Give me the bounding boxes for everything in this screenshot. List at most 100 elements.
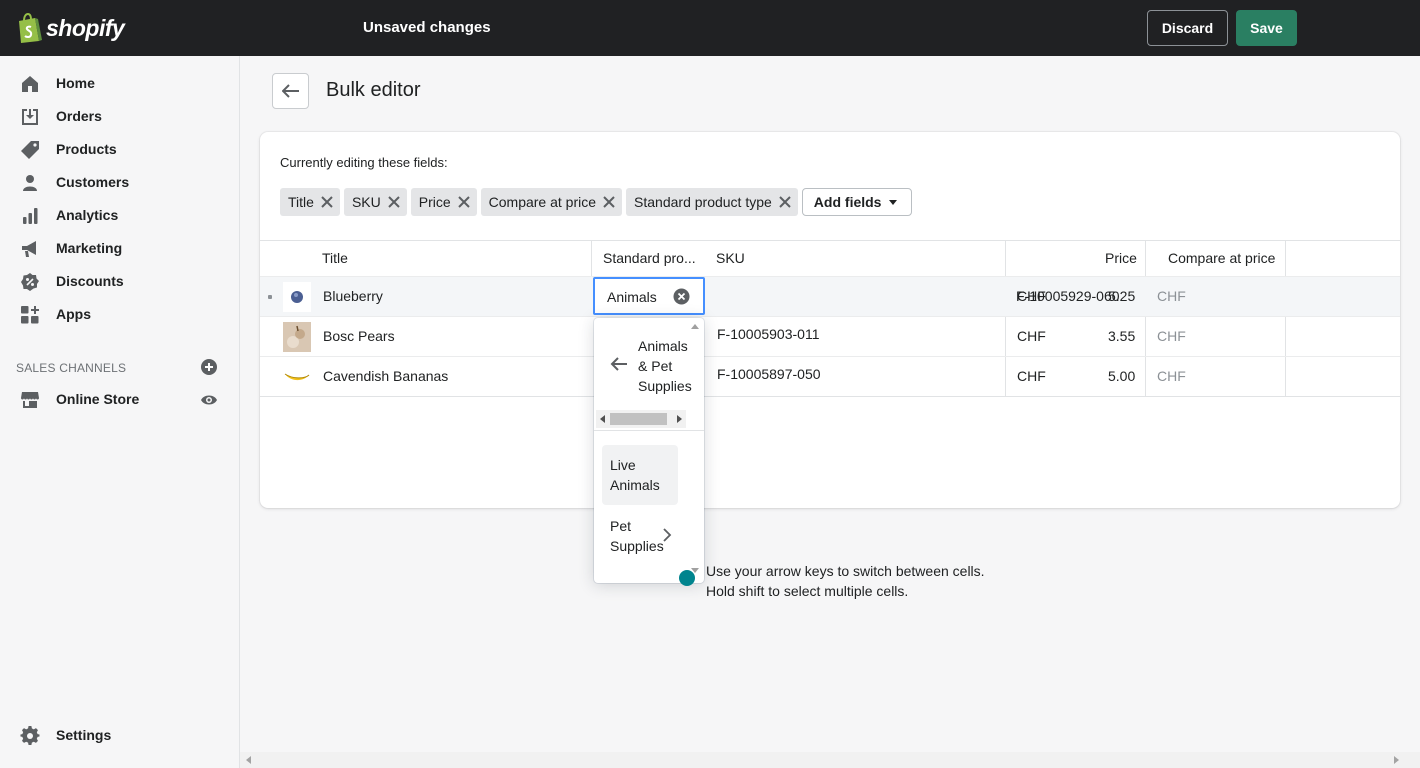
sidebar-item-label: Settings xyxy=(56,727,112,743)
hint-line: Hold shift to select multiple cells. xyxy=(706,583,909,599)
option-line: Live xyxy=(610,457,636,473)
orders-icon xyxy=(22,109,38,125)
cell-price[interactable]: 3.55 xyxy=(1108,317,1135,357)
field-tag-label: Title xyxy=(288,194,314,210)
option-label: Live Animals xyxy=(610,455,660,495)
sidebar-item-label: Analytics xyxy=(56,207,119,223)
remove-tag-icon[interactable] xyxy=(596,188,622,216)
field-tag-price: Price xyxy=(410,188,477,216)
sales-channels-heading: SALES CHANNELS xyxy=(16,361,127,375)
field-tag-label: SKU xyxy=(351,194,381,210)
cell-price[interactable]: 5.00 xyxy=(1108,357,1135,397)
page-horizontal-scrollbar[interactable] xyxy=(240,752,1420,768)
tag-icon xyxy=(21,141,39,159)
field-tag-label: Compare at price xyxy=(488,194,597,210)
field-tag-label: Standard product type xyxy=(634,194,772,210)
sidebar-item-products[interactable]: Products xyxy=(0,133,239,166)
column-header-compare-at-price[interactable]: Compare at price xyxy=(1168,241,1275,276)
discard-button[interactable]: Discard xyxy=(1147,10,1228,46)
cell-currency: CHF xyxy=(1017,368,1046,384)
sidebar-item-label: Orders xyxy=(56,108,102,124)
field-tags: Title SKU Price Compare at price Standar… xyxy=(280,188,913,216)
scroll-left-arrow-icon[interactable] xyxy=(246,756,251,764)
sidebar-item-label: Apps xyxy=(56,306,91,322)
cell-compare-currency[interactable]: CHF xyxy=(1157,317,1186,357)
field-tag-standard-product-type: Standard product type xyxy=(626,188,798,216)
keyboard-hint: Use your arrow keys to switch between ce… xyxy=(706,561,985,601)
dropdown-parent-category: Animals & Pet Supplies xyxy=(638,336,692,396)
dropdown-divider xyxy=(594,430,704,431)
eye-icon[interactable] xyxy=(200,391,218,409)
sidebar-item-label: Marketing xyxy=(56,240,123,256)
save-button[interactable]: Save xyxy=(1236,10,1297,46)
parent-line: & Pet xyxy=(638,358,673,374)
top-bar: shopify Unsaved changes Discard Save xyxy=(0,0,1420,56)
cell-compare-currency[interactable]: CHF xyxy=(1157,277,1186,317)
scroll-right-arrow-icon[interactable] xyxy=(1394,756,1399,764)
apps-icon xyxy=(21,306,39,324)
horizontal-scrollbar[interactable] xyxy=(596,410,686,428)
table-row[interactable]: Bosc Pears CHF 3.55 CHF xyxy=(260,316,1400,356)
scroll-right-arrow-icon[interactable] xyxy=(677,415,682,423)
row-indicator xyxy=(268,295,272,299)
product-type-dropdown: Animals & Pet Supplies Live Animals Pet … xyxy=(594,318,704,583)
shopify-bag-icon xyxy=(19,13,42,43)
blueberry-thumbnail xyxy=(283,282,311,312)
cell-sku[interactable]: F-10005903-011 xyxy=(717,315,819,355)
cell-title[interactable]: Cavendish Bananas xyxy=(323,357,448,397)
option-pet-supplies[interactable]: Pet Supplies xyxy=(602,506,678,566)
shopify-logo[interactable]: shopify xyxy=(16,12,125,44)
column-header-sku[interactable]: SKU xyxy=(716,241,745,276)
megaphone-icon xyxy=(22,241,36,257)
editing-fields-label: Currently editing these fields: xyxy=(280,155,448,170)
cell-title[interactable]: Blueberry xyxy=(323,277,383,317)
cell-compare-currency[interactable]: CHF xyxy=(1157,357,1186,397)
option-label: Pet Supplies xyxy=(610,516,664,556)
unsaved-changes-label: Unsaved changes xyxy=(363,19,491,36)
cell-price[interactable]: 5.25 xyxy=(1108,277,1135,317)
banana-thumbnail xyxy=(283,362,311,392)
field-tag-sku: SKU xyxy=(343,188,407,216)
parent-line: Supplies xyxy=(638,378,692,394)
sidebar-item-discounts[interactable]: Discounts xyxy=(0,265,239,298)
add-circle-icon[interactable] xyxy=(200,358,218,376)
scroll-left-arrow-icon[interactable] xyxy=(600,415,605,423)
sidebar-item-marketing[interactable]: Marketing xyxy=(0,232,239,265)
field-tag-title: Title xyxy=(280,188,340,216)
table-row[interactable]: Cavendish Bananas CHF 5.00 CHF xyxy=(260,356,1400,396)
cell-title[interactable]: Bosc Pears xyxy=(323,317,395,357)
sidebar-item-label: Online Store xyxy=(56,391,140,407)
remove-tag-icon[interactable] xyxy=(381,188,407,216)
sidebar-item-orders[interactable]: Orders xyxy=(0,100,239,133)
sidebar-item-analytics[interactable]: Analytics xyxy=(0,199,239,232)
standard-product-type-input[interactable]: Animals xyxy=(593,277,705,315)
cell-currency: CHF xyxy=(1017,328,1046,344)
sidebar: Home Orders Products Customers Analytics… xyxy=(0,56,240,768)
scroll-up-arrow-icon[interactable] xyxy=(691,323,699,329)
column-header-price[interactable]: Price xyxy=(1105,241,1137,276)
field-tag-label: Price xyxy=(418,194,451,210)
sidebar-item-label: Products xyxy=(56,141,117,157)
field-tag-compare-at-price: Compare at price xyxy=(480,188,623,216)
sidebar-item-home[interactable]: Home xyxy=(0,67,239,100)
column-header-standard-product-type[interactable]: Standard pro... xyxy=(603,241,696,276)
gear-icon xyxy=(20,726,40,745)
add-fields-label: Add fields xyxy=(813,194,882,210)
scrollbar-thumb[interactable] xyxy=(610,413,667,425)
remove-tag-icon[interactable] xyxy=(451,188,477,216)
sidebar-item-label: Discounts xyxy=(56,273,124,289)
remove-tag-icon[interactable] xyxy=(772,188,798,216)
sidebar-item-settings[interactable]: Settings xyxy=(0,719,239,752)
sidebar-item-customers[interactable]: Customers xyxy=(0,166,239,199)
add-fields-button[interactable]: Add fields xyxy=(801,188,913,216)
cell-sku[interactable]: F-10005897-050 xyxy=(717,355,821,395)
clear-circle-icon[interactable] xyxy=(673,288,690,305)
back-button[interactable] xyxy=(272,73,309,109)
table-row[interactable]: Blueberry F-10005929-060 CHF 5.25 CHF xyxy=(260,276,1400,316)
option-live-animals[interactable]: Live Animals xyxy=(602,445,678,505)
sidebar-item-apps[interactable]: Apps xyxy=(0,298,239,331)
remove-tag-icon[interactable] xyxy=(314,188,340,216)
chevron-right-icon xyxy=(663,528,672,542)
column-header-title[interactable]: Title xyxy=(322,241,348,276)
hint-line: Use your arrow keys to switch between ce… xyxy=(706,563,985,579)
